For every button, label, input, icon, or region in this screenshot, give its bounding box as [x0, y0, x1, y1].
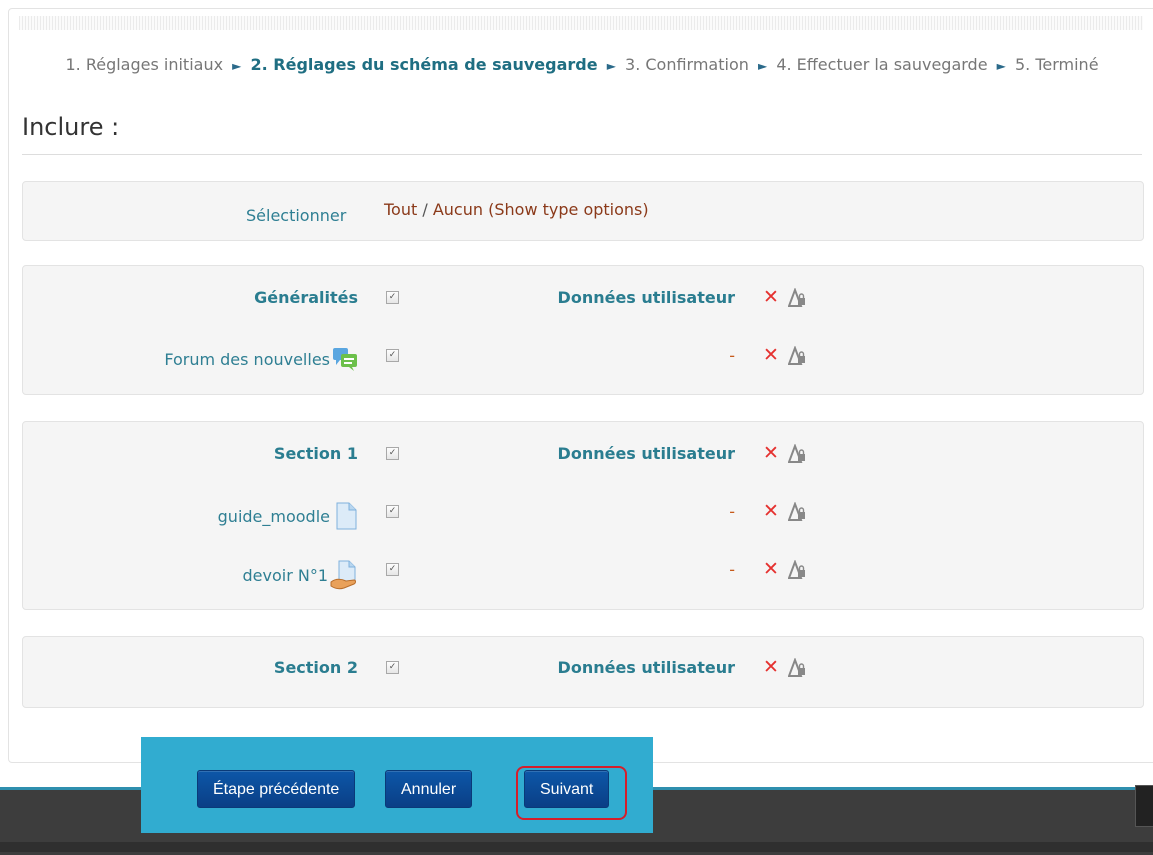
include-checkbox[interactable]: ✓ — [386, 661, 399, 674]
backup-progress-breadcrumb: 1. Réglages initiaux ► 2. Réglages du sc… — [22, 52, 1142, 79]
locked-icon — [788, 288, 805, 307]
form-button-bar: Étape précédente Annuler Suivant — [141, 737, 653, 833]
user-data-label: Données utilisateur — [557, 288, 735, 307]
select-none-link[interactable]: Aucun — [433, 200, 483, 219]
next-button[interactable]: Suivant — [524, 770, 610, 808]
include-heading: Inclure : — [22, 113, 120, 141]
group-section-1: Section 1 ✓ Données utilisateur ✕ guide_… — [22, 421, 1144, 610]
group-generalites: Généralités ✓ Données utilisateur ✕ Foru… — [22, 265, 1144, 395]
activity-label: guide_moodle — [218, 502, 358, 530]
top-hatch-divider — [19, 16, 1143, 30]
include-checkbox[interactable]: ✓ — [386, 447, 399, 460]
section-title: Section 2 — [273, 658, 358, 677]
user-data-na: - — [729, 502, 735, 521]
step-4: 4. Effectuer la sauvegarde — [776, 55, 988, 74]
include-checkbox[interactable]: ✓ — [386, 291, 399, 304]
user-data-excluded-icon: ✕ — [763, 344, 779, 366]
step-3: 3. Confirmation — [625, 55, 749, 74]
include-checkbox[interactable]: ✓ — [386, 349, 399, 362]
activity-name: guide_moodle — [217, 506, 330, 526]
arrow-icon: ► — [232, 59, 242, 73]
activity-name: devoir N°1 — [242, 565, 328, 585]
select-links: Tout / Aucun (Show type options) — [384, 200, 649, 219]
arrow-icon: ► — [757, 59, 768, 73]
forum-icon — [333, 348, 357, 371]
cancel-button[interactable]: Annuler — [385, 770, 473, 808]
activity-label: Forum des nouvelles — [164, 346, 358, 372]
user-data-excluded-icon: ✕ — [763, 558, 779, 580]
section-title: Section 1 — [273, 444, 358, 463]
group-section-2: Section 2 ✓ Données utilisateur ✕ — [22, 636, 1144, 708]
locked-icon — [788, 658, 805, 677]
include-checkbox[interactable]: ✓ — [386, 563, 399, 576]
activity-label: devoir N°1 — [242, 560, 358, 590]
include-checkbox[interactable]: ✓ — [386, 505, 399, 518]
locked-icon — [788, 346, 805, 365]
previous-step-button[interactable]: Étape précédente — [197, 770, 356, 808]
user-data-excluded-icon: ✕ — [763, 656, 779, 678]
locked-icon — [788, 560, 805, 579]
user-data-excluded-icon: ✕ — [763, 442, 779, 464]
user-data-label: Données utilisateur — [557, 444, 735, 463]
file-icon — [336, 502, 357, 530]
heading-divider — [22, 154, 1142, 155]
footer-widget — [1135, 785, 1153, 827]
show-type-options-link[interactable]: (Show type options) — [488, 200, 649, 219]
select-all-link[interactable]: Tout — [384, 200, 417, 219]
select-separator: / — [422, 200, 428, 219]
arrow-icon: ► — [996, 59, 1006, 73]
user-data-excluded-icon: ✕ — [763, 500, 779, 522]
user-data-label: Données utilisateur — [557, 658, 735, 677]
step-5: 5. Terminé — [1014, 55, 1099, 74]
locked-icon — [788, 502, 805, 521]
user-data-excluded-icon: ✕ — [763, 286, 779, 308]
assignment-icon — [330, 560, 356, 590]
step-1: 1. Réglages initiaux — [65, 55, 224, 74]
arrow-icon: ► — [606, 59, 616, 73]
step-2-current: 2. Réglages du schéma de sauvegarde — [250, 55, 598, 74]
user-data-na: - — [729, 346, 735, 365]
select-label: Sélectionner — [246, 206, 347, 225]
user-data-na: - — [729, 560, 735, 579]
locked-icon — [788, 444, 805, 463]
activity-name: Forum des nouvelles — [164, 349, 330, 369]
section-title: Généralités — [254, 288, 358, 307]
select-row: Sélectionner Tout / Aucun (Show type opt… — [22, 181, 1144, 241]
